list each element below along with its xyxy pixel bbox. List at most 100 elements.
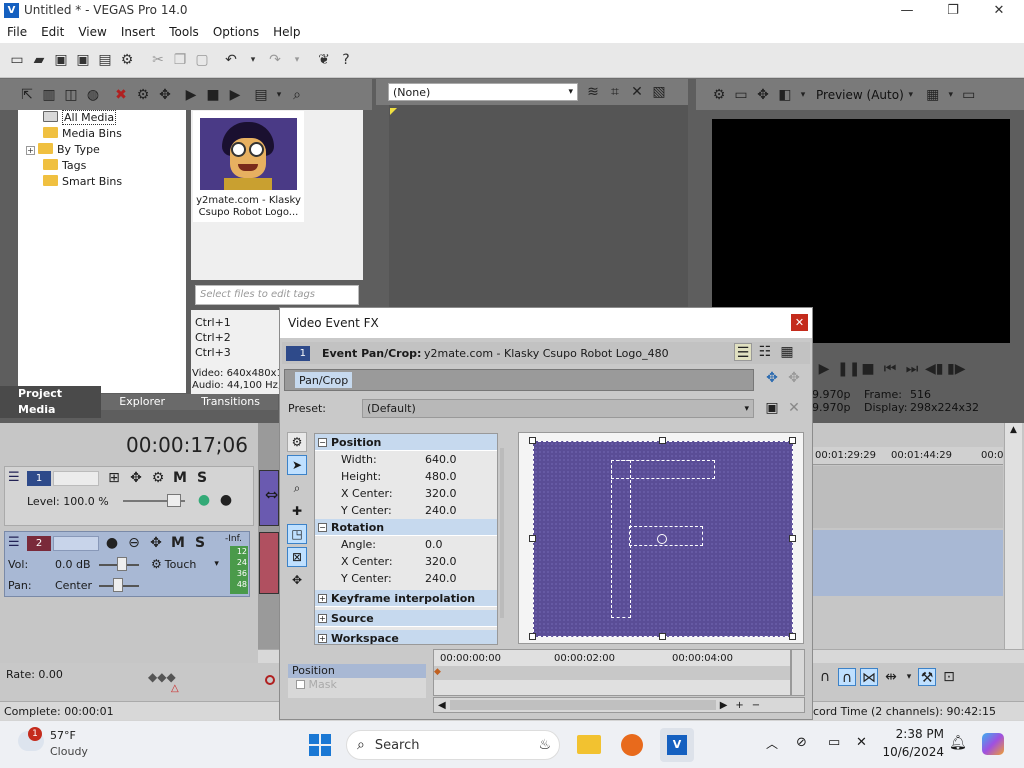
undo-icon[interactable]: ↶ (223, 52, 239, 68)
scroll-up-icon[interactable]: ▲ (1005, 423, 1022, 435)
tree-item-tags[interactable]: Tags (18, 158, 186, 174)
menu-view[interactable]: View (71, 22, 113, 43)
preview-properties-icon[interactable]: ⚙ (710, 86, 728, 104)
timecode-display[interactable]: 00:00:17;06 (126, 433, 248, 457)
automation-mode-select[interactable]: ⚙ Touch ▾ (151, 557, 219, 571)
previous-frame-icon[interactable]: ◀▮ (925, 360, 943, 378)
cut-icon[interactable]: ✂ (150, 52, 166, 68)
crop-handle[interactable] (659, 437, 666, 444)
maintain-aspect-icon[interactable]: ◳ (287, 524, 307, 544)
track-header-2[interactable]: ☰ 2 ● ⊖ ✥ M S Vol: 0.0 dB ⚙ Touch ▾ Pan:… (4, 531, 250, 597)
move-freely-icon[interactable]: ✥ (287, 570, 307, 590)
scroll-right-icon[interactable]: ▶ (720, 700, 728, 711)
display-icon[interactable]: ▭ (828, 735, 840, 750)
compositing-icon[interactable]: ⚙ (149, 469, 167, 487)
web-icon[interactable]: ◍ (84, 86, 102, 104)
tab-explorer[interactable]: Explorer (101, 394, 183, 410)
redo-dropdown-icon[interactable]: ▾ (289, 52, 305, 68)
split-screen-icon[interactable]: ◧ (776, 86, 794, 104)
collapse-icon[interactable]: − (318, 523, 327, 532)
tree-item-all-media[interactable]: All Media (18, 110, 186, 126)
minimize-button[interactable]: — (884, 0, 930, 22)
arm-record-icon[interactable]: ● (103, 534, 121, 552)
record-icon[interactable] (265, 675, 275, 685)
remove-media-icon[interactable]: ✖ (112, 86, 130, 104)
prop-angle[interactable]: Angle: 0.0 (315, 536, 497, 553)
section-source[interactable]: + Source (315, 610, 497, 627)
selection-tool-icon[interactable]: ⊡ (940, 668, 958, 686)
pan-slider-thumb[interactable] (113, 578, 123, 592)
settings-tool-icon[interactable]: ⚙ (287, 432, 307, 452)
trimmer-menu-icon[interactable]: ▧ (650, 83, 668, 101)
search-icon[interactable]: ⌕ (288, 86, 306, 104)
menu-help[interactable]: Help (266, 22, 307, 43)
file-explorer-icon[interactable] (577, 735, 601, 754)
go-to-end-icon[interactable]: ⏭ (903, 360, 921, 378)
keyframe-track-mask[interactable]: Mask (288, 678, 426, 692)
menu-options[interactable]: Options (206, 22, 266, 43)
weather-temp[interactable]: 57°F (50, 729, 76, 742)
prop-rot-x-center[interactable]: X Center: 320.0 (315, 553, 497, 570)
list-view-icon[interactable]: ☷ (756, 343, 774, 361)
delete-preset-icon[interactable]: ✕ (785, 399, 803, 417)
composite-child-icon[interactable]: ● (195, 491, 213, 509)
crop-handle[interactable] (529, 633, 536, 640)
media-generators-icon[interactable]: ✥ (156, 86, 174, 104)
solo-button[interactable]: S (193, 469, 211, 487)
prop-y-center[interactable]: Y Center: 240.0 (315, 502, 497, 519)
invert-phase-icon[interactable]: ⊖ (125, 534, 143, 552)
rate-slider-thumb[interactable]: △ (171, 683, 179, 694)
split-dropdown-icon[interactable]: ▾ (798, 86, 808, 104)
vol-slider-thumb[interactable] (117, 557, 127, 571)
views-dropdown-icon[interactable]: ▾ (274, 86, 284, 104)
ripple-dropdown-icon[interactable]: ▾ (904, 668, 914, 686)
crop-handle[interactable] (789, 535, 796, 542)
scroll-left-icon[interactable]: ◀ (438, 700, 446, 711)
pause-icon[interactable]: ❚❚ (837, 360, 860, 378)
zoom-out-icon[interactable]: − (752, 700, 760, 711)
open-icon[interactable]: ▰ (31, 52, 47, 68)
enable-rotation-icon[interactable]: ✚ (287, 501, 307, 521)
vegas-taskbar-button[interactable]: V (660, 728, 694, 762)
undo-dropdown-icon[interactable]: ▾ (245, 52, 261, 68)
track-fx-icon[interactable]: ✥ (147, 534, 165, 552)
mute-button[interactable]: M (171, 469, 189, 487)
snapping-icon[interactable]: ∩ (838, 668, 856, 686)
video-fx-icon[interactable]: ✥ (754, 86, 772, 104)
render-icon[interactable]: ▤ (97, 52, 113, 68)
trimmer-remove-icon[interactable]: ✕ (628, 83, 646, 101)
track-name-field[interactable] (53, 471, 99, 486)
tree-item-media-bins[interactable]: Media Bins (18, 126, 186, 142)
track-motion-icon[interactable]: ⊞ (105, 469, 123, 487)
expand-icon[interactable]: + (318, 634, 327, 643)
rate-slider-icon[interactable]: ◆◆◆ (148, 670, 176, 684)
menu-tools[interactable]: Tools (162, 22, 206, 43)
get-media-icon[interactable]: ◫ (62, 86, 80, 104)
expand-icon[interactable]: + (318, 614, 327, 623)
track-name-field[interactable] (53, 536, 99, 551)
crop-handle[interactable] (789, 633, 796, 640)
tags-input[interactable]: Select files to edit tags (195, 285, 359, 305)
level-slider-thumb[interactable] (167, 494, 181, 507)
tab-project-media[interactable]: Project Media (0, 386, 102, 418)
keyframe-scrollbar[interactable] (791, 649, 805, 696)
crop-handle[interactable] (659, 633, 666, 640)
zoom-in-icon[interactable]: + (735, 700, 743, 711)
trimmer-select[interactable]: (None) ▾ (388, 83, 578, 101)
preview-quality-dropdown-icon[interactable]: ▾ (906, 86, 916, 104)
normal-edit-tool-icon[interactable]: ➤ (287, 455, 307, 475)
track-collapse-icon[interactable]: ☰ (8, 536, 24, 550)
notifications-icon[interactable]: 🔔︎ (949, 735, 967, 751)
firefox-icon[interactable] (621, 734, 643, 756)
expand-icon[interactable]: + (26, 146, 35, 155)
copy-icon[interactable]: ❐ (172, 52, 188, 68)
keyframe-hscroll[interactable] (449, 700, 716, 710)
trimmer-audio-icon[interactable]: ≋ (584, 83, 602, 101)
add-plugin-icon[interactable]: ✥ (763, 369, 781, 387)
crop-handle[interactable] (529, 535, 536, 542)
solo-button[interactable]: S (191, 534, 209, 552)
section-rotation[interactable]: − Rotation (315, 519, 497, 536)
import-media-icon[interactable]: ⇱ (18, 86, 36, 104)
stop-icon[interactable]: ■ (204, 86, 222, 104)
next-frame-icon[interactable]: ▮▶ (947, 360, 965, 378)
